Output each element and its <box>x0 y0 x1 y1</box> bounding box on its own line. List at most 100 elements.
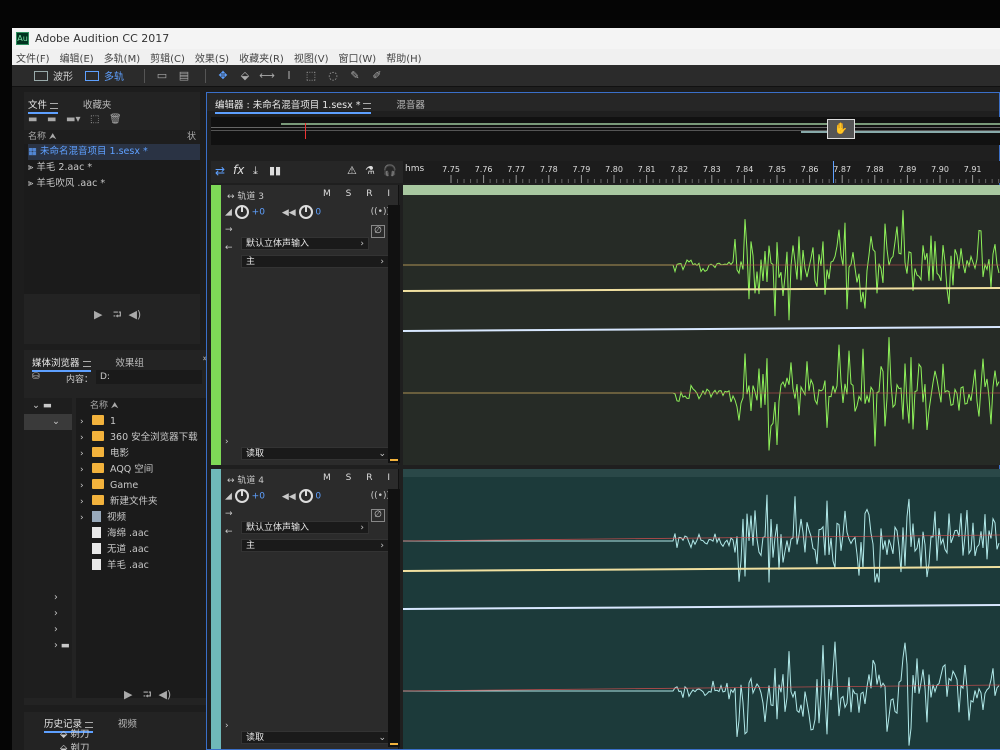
volume-value[interactable]: +0 <box>252 208 265 218</box>
tree-expander[interactable]: ⌄ ▬ <box>24 398 72 414</box>
input-monitor-icon[interactable]: I <box>387 189 390 199</box>
panel-menu-icon[interactable] <box>82 360 91 367</box>
insert-icon[interactable]: ⬚ <box>90 114 99 125</box>
track-4-clip[interactable] <box>403 469 1000 749</box>
column-name-header[interactable]: 名称 <box>28 132 46 142</box>
headphone-icon[interactable]: 🎧 <box>383 164 397 177</box>
import-icon[interactable]: ▬ <box>47 114 56 125</box>
monitor-icon[interactable]: ⚗ <box>365 164 375 177</box>
play-icon[interactable]: ▶ <box>124 688 132 701</box>
tree-expander[interactable]: › <box>24 590 72 606</box>
track-name[interactable]: 轨道 4 <box>237 476 264 486</box>
metronome-icon[interactable]: ⚠ <box>347 164 357 177</box>
tab-favorites[interactable]: 收藏夹 <box>83 97 112 111</box>
pan-knob[interactable] <box>298 205 313 219</box>
content-path-field[interactable]: D: <box>96 370 202 384</box>
menu-favorites[interactable]: 收藏夹(R) <box>239 50 284 65</box>
volume-value[interactable]: +0 <box>252 492 265 502</box>
menu-help[interactable]: 帮助(H) <box>386 50 421 65</box>
phase-invert-icon[interactable]: ∅ <box>371 509 385 522</box>
slip-tool-icon[interactable]: ⟷ <box>258 69 276 83</box>
pan-knob[interactable] <box>298 489 313 503</box>
loop-icon[interactable]: ⮒ <box>143 688 152 701</box>
expand-arrow-icon[interactable]: › <box>80 446 92 462</box>
volume-envelope-line[interactable] <box>403 566 1000 572</box>
drive-icon[interactable]: ⛁ <box>32 372 40 382</box>
autoplay-icon[interactable]: ◀) <box>158 688 171 701</box>
menu-view[interactable]: 视图(V) <box>294 50 329 65</box>
clip-title-bar[interactable] <box>403 469 1000 477</box>
tab-video[interactable]: 视频 <box>118 716 137 730</box>
expand-arrow-icon[interactable]: › <box>80 462 92 478</box>
panel-menu-icon[interactable] <box>50 102 59 109</box>
spectral-view-icon[interactable]: ▭ <box>153 69 171 83</box>
tree-expander[interactable]: ⌄ <box>24 414 72 430</box>
expand-arrow-icon[interactable]: › <box>225 437 229 447</box>
send-icon[interactable]: ⤓ <box>253 164 258 178</box>
panel-menu-icon[interactable] <box>363 102 372 109</box>
mute-button[interactable]: M <box>323 189 331 199</box>
media-column-name[interactable]: 名称 <box>90 401 108 411</box>
media-list-item[interactable]: 无道 .aac <box>76 542 208 558</box>
pan-value[interactable]: 0 <box>315 492 321 502</box>
delete-icon[interactable]: 🗑 <box>109 114 122 125</box>
mute-button[interactable]: M <box>323 473 331 483</box>
arm-record-button[interactable]: R <box>366 473 372 483</box>
autoplay-icon[interactable]: ◀) <box>128 308 141 321</box>
history-item[interactable]: ⬙ 剃刀 <box>24 742 210 750</box>
menu-effects[interactable]: 效果(S) <box>195 50 229 65</box>
tab-mixer[interactable]: 混音器 <box>396 97 425 111</box>
multitrack-view-button[interactable]: 多轨 <box>85 68 124 83</box>
media-list-item[interactable]: › 视频 <box>76 510 208 526</box>
time-ruler[interactable]: hms 7.75 7.76 7.77 7.78 7.79 7.80 7.81 7.82 7.83… <box>403 161 1000 183</box>
menu-multitrack[interactable]: 多轨(M) <box>104 50 140 65</box>
volume-knob[interactable] <box>234 205 249 219</box>
open-file-icon[interactable]: ▬ <box>28 114 37 125</box>
arm-record-button[interactable]: R <box>366 189 372 199</box>
lasso-tool-icon[interactable]: ◌ <box>324 69 342 83</box>
expand-arrow-icon[interactable]: › <box>80 494 92 510</box>
move-tool-icon[interactable]: ✥ <box>214 69 232 83</box>
media-list-item[interactable]: › 电影 <box>76 446 208 462</box>
pan-envelope-line[interactable] <box>403 604 1000 610</box>
tab-effects-rack[interactable]: 效果组 <box>115 355 144 369</box>
tree-expander[interactable]: › ▬ <box>24 638 72 654</box>
output-select[interactable]: 主 › <box>241 255 389 268</box>
waveform-view-button[interactable]: 波形 <box>34 68 73 83</box>
spot-healing-tool-icon[interactable]: ✐ <box>368 69 386 83</box>
expand-arrow-icon[interactable]: › <box>80 478 92 494</box>
time-selection-tool-icon[interactable]: I <box>280 69 298 83</box>
clip-title-bar[interactable] <box>403 185 1000 195</box>
volume-knob[interactable] <box>234 489 249 503</box>
volume-envelope-line[interactable] <box>403 287 1000 292</box>
zoom-navigator-hand-icon[interactable]: ✋ <box>827 119 855 139</box>
brush-tool-icon[interactable]: ✎ <box>346 69 364 83</box>
eq-icon[interactable]: ▮▮ <box>269 164 281 177</box>
track-name[interactable]: 轨道 3 <box>237 192 264 202</box>
media-list-item[interactable]: › 新建文件夹 <box>76 494 208 510</box>
column-status-header[interactable]: 状 <box>187 130 196 144</box>
tree-expander[interactable]: › <box>24 622 72 638</box>
menu-file[interactable]: 文件(F) <box>16 50 50 65</box>
expand-arrow-icon[interactable]: › <box>80 510 92 526</box>
file-item[interactable]: ▦ 未命名混音项目 1.sesx * <box>28 144 200 160</box>
expand-arrow-icon[interactable]: › <box>80 414 92 430</box>
expand-arrow-icon[interactable]: › <box>225 721 229 731</box>
solo-button[interactable]: S <box>346 473 352 483</box>
solo-button[interactable]: S <box>346 189 352 199</box>
tab-files[interactable]: 文件 <box>28 97 59 114</box>
pan-envelope-line[interactable] <box>403 326 1000 332</box>
track-3-clip[interactable] <box>403 185 1000 465</box>
media-list-item[interactable]: › 360 安全浏览器下载 <box>76 430 208 446</box>
expand-arrow-icon[interactable]: › <box>80 430 92 446</box>
playhead-marker[interactable] <box>833 161 834 183</box>
sync-icon[interactable]: ⇄ <box>215 164 225 178</box>
menu-clip[interactable]: 剪辑(C) <box>150 50 185 65</box>
tab-editor[interactable]: 编辑器 : 未命名混音项目 1.sesx * <box>215 97 372 114</box>
media-list-item[interactable]: › Game <box>76 478 208 494</box>
media-list-item[interactable]: 海绵 .aac <box>76 526 208 542</box>
media-list-item[interactable]: › 1 <box>76 414 208 430</box>
output-select[interactable]: 主 › <box>241 539 389 552</box>
menu-edit[interactable]: 编辑(E) <box>60 50 94 65</box>
automation-mode-select[interactable]: 读取 ⌄ <box>241 731 391 744</box>
